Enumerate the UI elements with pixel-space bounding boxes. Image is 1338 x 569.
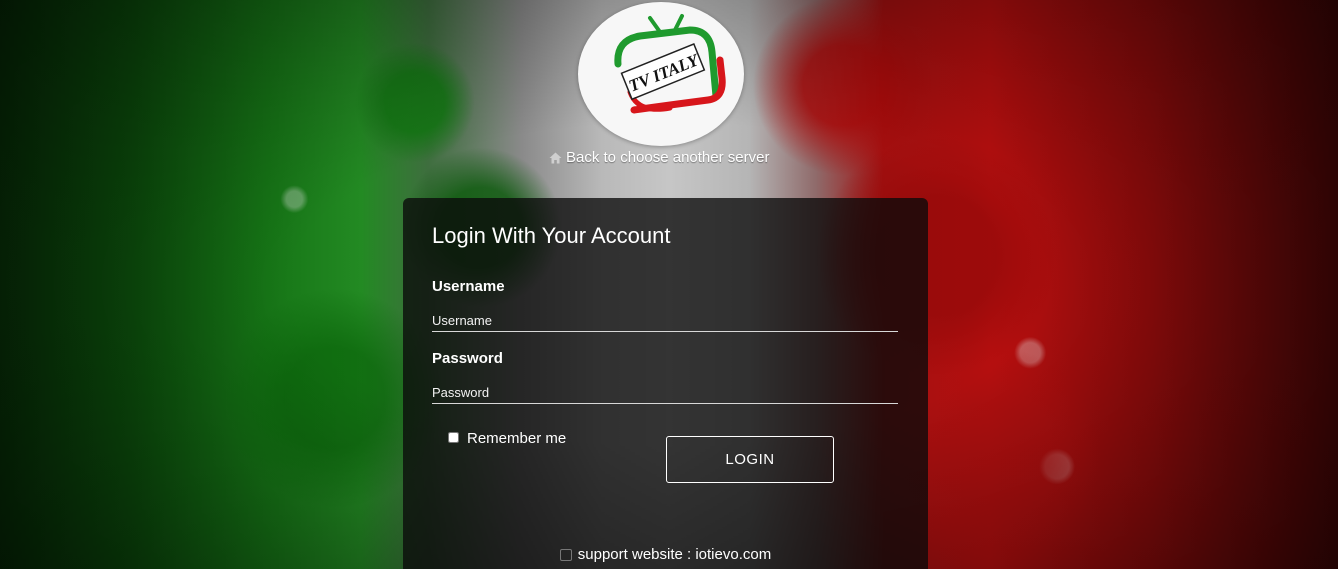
username-input[interactable] <box>432 309 898 332</box>
login-button[interactable]: LOGIN <box>666 436 834 483</box>
tv-italy-logo: TV ITALY <box>578 2 744 146</box>
back-to-server-link[interactable]: Back to choose another server <box>549 149 769 166</box>
password-label: Password <box>432 350 503 367</box>
back-link-label: Back to choose another server <box>566 149 770 166</box>
login-page: TV ITALY Back to choose another server L… <box>0 0 1338 569</box>
home-icon <box>549 152 562 163</box>
remember-me[interactable]: Remember me <box>448 430 566 447</box>
login-panel: Login With Your Account Username Passwor… <box>403 198 928 569</box>
tv-italy-logo-icon: TV ITALY <box>614 14 726 114</box>
username-label: Username <box>432 278 505 295</box>
support-icon <box>559 549 572 562</box>
support-text: support website : iotievo.com <box>577 546 772 563</box>
login-title: Login With Your Account <box>432 223 671 248</box>
remember-me-checkbox[interactable] <box>448 432 459 443</box>
remember-me-label: Remember me <box>467 430 567 447</box>
support-footer: support website : iotievo.com <box>403 546 928 563</box>
password-input[interactable] <box>432 381 898 404</box>
